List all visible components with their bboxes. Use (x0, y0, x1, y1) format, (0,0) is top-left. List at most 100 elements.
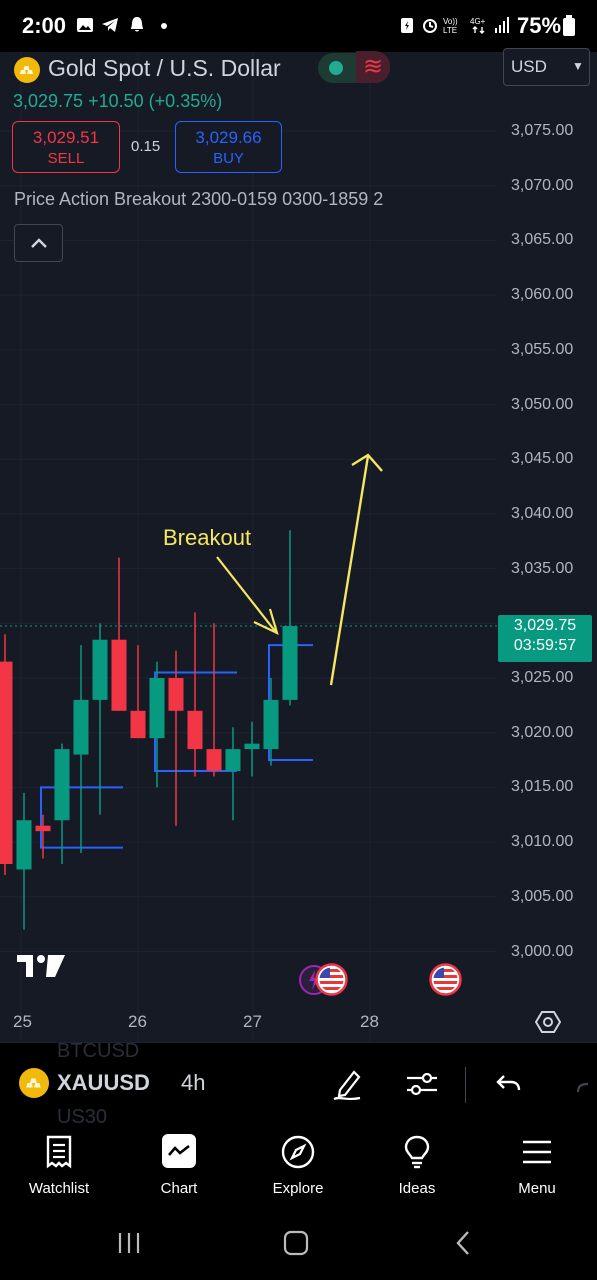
signal-icon (495, 17, 509, 33)
alarm-icon (423, 19, 437, 33)
candle-body (92, 639, 108, 700)
drawing-tool-icon[interactable] (332, 1066, 364, 1102)
svg-text:Vo)): Vo)) (443, 17, 458, 26)
volte-icon: Vo))LTE (443, 17, 458, 34)
price-scale-label: 3,050.00 (511, 395, 574, 413)
nav-label: Ideas (398, 1180, 436, 1197)
price-scale-label: 3,060.00 (511, 286, 574, 304)
symbol-scroll-prev[interactable]: BTCUSD (57, 1040, 139, 1063)
tradingview-logo (17, 955, 65, 977)
nav-item-ideas[interactable]: Ideas (372, 1134, 462, 1197)
nav-label: Explore (272, 1180, 324, 1197)
symbol-title[interactable]: Gold Spot / U.S. Dollar (48, 55, 281, 82)
candle-body (0, 661, 13, 864)
price-scale-label: 3,005.00 (511, 887, 574, 905)
status-time: 2:00 (22, 13, 67, 38)
price-scale-label: 3,015.00 (511, 778, 574, 796)
nav-item-menu[interactable]: Menu (492, 1134, 582, 1197)
time-scale-label: 26 (128, 1012, 147, 1031)
toolbar-divider (465, 1067, 466, 1103)
undo-icon[interactable] (495, 1072, 523, 1096)
lightbulb-icon (404, 1135, 430, 1169)
watchlist-icon (46, 1135, 72, 1169)
nav-item-watchlist[interactable]: Watchlist (14, 1134, 104, 1197)
bar-countdown: 03:59:57 (513, 637, 577, 654)
candle-body (244, 743, 260, 750)
price-change-percent: (+0.35%) (148, 91, 223, 111)
spread-value: 0.15 (131, 138, 161, 155)
recent-apps-icon[interactable] (116, 1231, 142, 1255)
candle-body (35, 825, 51, 832)
redo-icon[interactable] (574, 1076, 594, 1096)
candle-body (16, 820, 32, 870)
price-scale-label: 3,025.00 (511, 669, 574, 686)
price-scale-label: 3,035.00 (511, 559, 574, 577)
sell-button[interactable]: 3,029.51 SELL (12, 121, 120, 173)
indicators-icon[interactable] (405, 1068, 439, 1100)
price-scale-label: 3,000.00 (511, 942, 574, 960)
candle-body (111, 639, 127, 711)
buy-price: 3,029.66 (195, 128, 262, 147)
battery-percent: 75% (517, 13, 562, 38)
notification-icon (131, 17, 143, 32)
chart-icon (162, 1134, 196, 1168)
candle-body (187, 710, 203, 750)
back-icon[interactable] (453, 1230, 473, 1256)
time-scale-label: 27 (243, 1012, 262, 1031)
data-delay-icon: ≋ (356, 51, 390, 83)
symbol-selector[interactable]: XAUUSD (57, 1070, 150, 1096)
candle-body (130, 710, 146, 739)
compass-icon (281, 1135, 315, 1169)
candle-body (206, 749, 222, 771)
nav-item-chart[interactable]: Chart (134, 1134, 224, 1197)
battery-icon (563, 15, 575, 36)
gallery-icon (77, 18, 93, 32)
buy-button[interactable]: 3,029.66 BUY (175, 121, 282, 173)
collapse-legend-button[interactable] (14, 224, 63, 262)
price-scale-label: 3,045.00 (511, 450, 574, 468)
us-flag-event-icon[interactable] (429, 963, 462, 996)
candle-body (73, 699, 89, 755)
price-scale-label: 3,075.00 (511, 122, 574, 139)
last-price-tag: 3,029.75 03:59:57 (498, 615, 592, 662)
sell-price: 3,029.51 (32, 128, 100, 147)
market-open-indicator (329, 61, 343, 75)
price-scale-label: 3,040.00 (511, 504, 574, 522)
battery-saver-icon (401, 18, 413, 33)
time-scale-label: 28 (360, 1012, 379, 1031)
buy-label: BUY (213, 150, 244, 167)
gold-bars-icon (14, 57, 40, 83)
dot-icon (161, 23, 167, 29)
price-change: +10.50 (88, 91, 144, 111)
breakout-annotation[interactable]: Breakout (163, 525, 251, 551)
home-icon[interactable] (283, 1230, 309, 1256)
interval-selector[interactable]: 4h (181, 1070, 205, 1096)
candle-body (54, 749, 70, 821)
gold-bars-icon (19, 1068, 49, 1098)
svg-text:4G+: 4G+ (470, 17, 486, 26)
chevron-up-icon (30, 238, 47, 248)
chart-settings-icon[interactable] (535, 1010, 561, 1034)
nav-item-explore[interactable]: Explore (253, 1134, 343, 1197)
network-4g-icon: 4G+ (470, 17, 486, 34)
candle-body (149, 678, 165, 739)
svg-text:LTE: LTE (443, 26, 457, 34)
time-scale-label: 25 (13, 1012, 32, 1031)
price-scale-label: 3,010.00 (511, 833, 574, 851)
price-scale-label: 3,020.00 (511, 723, 574, 741)
us-flag-event-icon[interactable] (315, 963, 348, 996)
indicator-legend[interactable]: Price Action Breakout 2300-0159 0300-185… (14, 189, 383, 210)
nav-label: Menu (518, 1180, 556, 1197)
price-scale-label: 3,065.00 (511, 231, 574, 249)
annotation-arrow (329, 455, 370, 686)
candle-body (263, 699, 279, 750)
telegram-icon (102, 18, 118, 32)
candle-body (168, 678, 184, 711)
price-change-line: 3,029.75 +10.50 (+0.35%) (13, 91, 222, 112)
chevron-down-icon: ▼ (572, 59, 584, 73)
price-scale-label: 3,070.00 (511, 176, 574, 194)
price-scale-label: 3,055.00 (511, 340, 574, 358)
menu-icon (523, 1140, 551, 1164)
nav-label: Chart (160, 1180, 198, 1197)
last-price: 3,029.75 (13, 91, 84, 111)
